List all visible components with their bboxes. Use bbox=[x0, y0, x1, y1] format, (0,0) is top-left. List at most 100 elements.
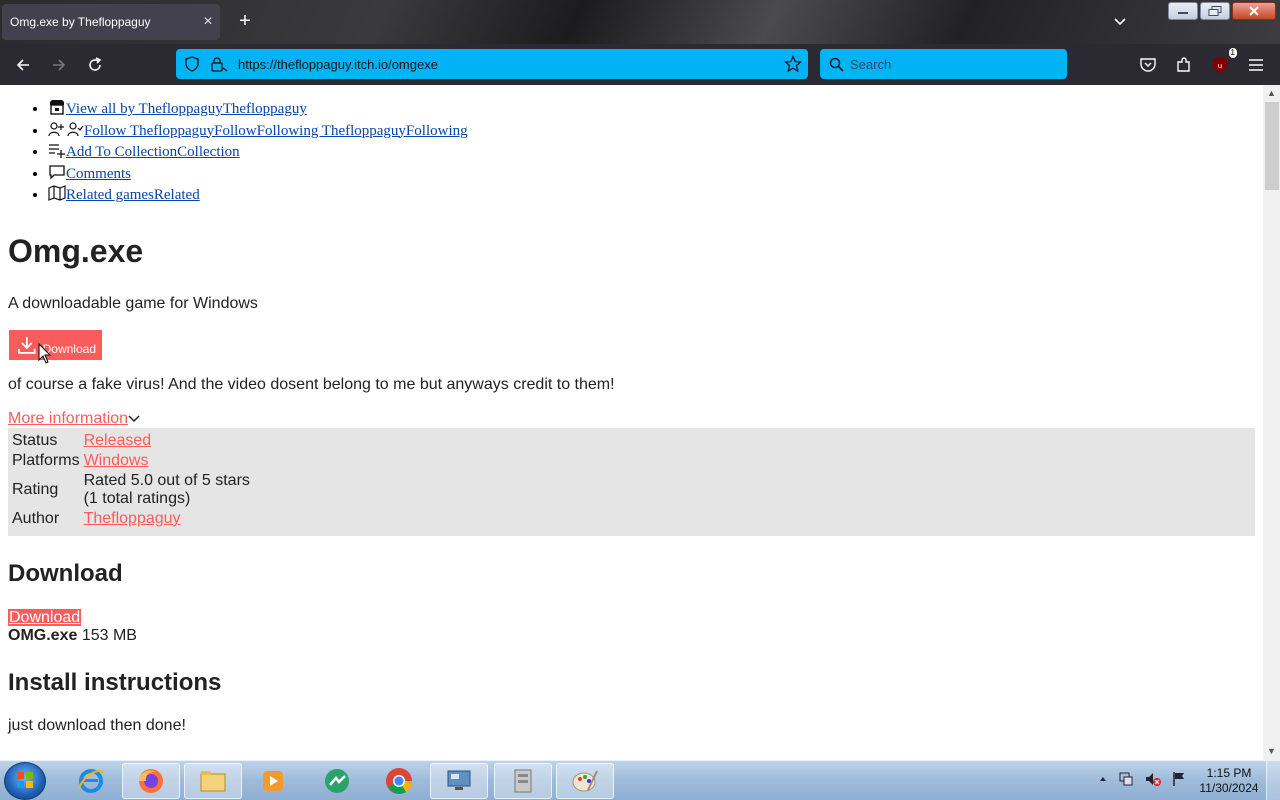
taskbar-file-explorer[interactable] bbox=[184, 763, 242, 799]
scroll-down-arrow-icon[interactable]: ▼ bbox=[1263, 743, 1280, 760]
tab-close-icon[interactable]: × bbox=[196, 13, 220, 31]
start-button[interactable] bbox=[4, 762, 46, 800]
tab-strip: Omg.exe by Thefloppaguy × + bbox=[0, 0, 1280, 44]
related-games-link[interactable]: Related gamesRelated bbox=[66, 187, 200, 203]
taskbar-archive[interactable] bbox=[494, 763, 552, 799]
rating-count: (1 total ratings) bbox=[83, 490, 191, 507]
download-heading: Download bbox=[8, 560, 123, 587]
taskbar-paint[interactable] bbox=[556, 763, 614, 799]
list-tabs-button[interactable] bbox=[1110, 12, 1130, 32]
forward-arrow-icon bbox=[53, 59, 66, 71]
itchio-icon bbox=[50, 100, 64, 115]
bookmark-star-icon[interactable] bbox=[784, 55, 802, 73]
windows-logo-icon bbox=[17, 772, 33, 788]
action-center-flag-icon[interactable] bbox=[1172, 771, 1186, 787]
table-row: Rating Rated 5.0 out of 5 stars (1 total … bbox=[11, 472, 251, 508]
view-all-link[interactable]: View all by ThefloppaguyThefloppaguy bbox=[66, 101, 307, 117]
install-heading: Install instructions bbox=[8, 669, 222, 696]
show-desktop-button[interactable] bbox=[1266, 761, 1280, 800]
show-hidden-icons-icon[interactable] bbox=[1098, 774, 1108, 784]
rating-text: Rated 5.0 out of 5 stars bbox=[83, 472, 250, 489]
page-content: View all by ThefloppaguyThefloppaguy Fol… bbox=[0, 85, 1263, 760]
hamburger-menu-icon bbox=[1249, 59, 1263, 71]
url-text[interactable]: https://thefloppaguy.itch.io/omgexe bbox=[238, 57, 438, 72]
minimize-icon bbox=[1178, 12, 1188, 14]
taskbar: 1:15 PM 11/30/2024 bbox=[0, 760, 1280, 800]
list-item: Related gamesRelated bbox=[48, 185, 468, 207]
taskbar-firefox[interactable] bbox=[122, 763, 180, 799]
add-to-collection-link[interactable]: Add To CollectionCollection bbox=[66, 144, 240, 160]
minimize-button[interactable] bbox=[1168, 2, 1198, 20]
menu-button[interactable] bbox=[1243, 52, 1269, 78]
messenger-icon bbox=[325, 769, 349, 793]
nav-toolbar: https://thefloppaguy.itch.io/omgexe Sear… bbox=[0, 44, 1280, 85]
chrome-icon bbox=[386, 768, 413, 794]
restore-button[interactable] bbox=[1200, 2, 1230, 20]
url-bar[interactable]: https://thefloppaguy.itch.io/omgexe bbox=[176, 49, 808, 79]
list-item: Comments bbox=[48, 164, 468, 186]
download-button[interactable]: Download bbox=[9, 330, 102, 360]
platforms-link[interactable]: Windows bbox=[84, 452, 149, 469]
map-icon bbox=[48, 185, 66, 201]
more-information-toggle[interactable]: More information bbox=[8, 410, 140, 428]
taskbar-chrome[interactable] bbox=[370, 763, 428, 799]
scroll-thumb[interactable] bbox=[1265, 102, 1279, 190]
remote-desktop-icon bbox=[447, 770, 471, 790]
system-clock[interactable]: 1:15 PM 11/30/2024 bbox=[1196, 766, 1262, 796]
follow-link[interactable]: Follow ThefloppaguyFollowFollowing Thefl… bbox=[84, 123, 468, 139]
volume-muted-icon[interactable] bbox=[1144, 771, 1162, 787]
reload-button[interactable] bbox=[82, 52, 108, 78]
more-information-label: More information bbox=[8, 410, 129, 427]
table-row: Status Released bbox=[11, 432, 251, 450]
file-download-link[interactable]: Download bbox=[8, 609, 82, 626]
status-link[interactable]: Released bbox=[84, 432, 152, 449]
media-player-icon bbox=[263, 771, 283, 791]
search-placeholder: Search bbox=[850, 57, 892, 72]
platforms-label: Platforms bbox=[12, 452, 80, 469]
author-label: Author bbox=[12, 510, 60, 527]
back-button[interactable] bbox=[10, 52, 36, 78]
taskbar-messenger[interactable] bbox=[308, 763, 366, 799]
window-controls bbox=[1168, 2, 1276, 20]
clock-date: 11/30/2024 bbox=[1199, 781, 1259, 795]
search-bar[interactable]: Search bbox=[820, 49, 1067, 79]
author-link[interactable]: Thefloppaguy bbox=[84, 510, 181, 527]
forward-button[interactable] bbox=[46, 52, 72, 78]
svg-text:u: u bbox=[1218, 62, 1222, 70]
scroll-up-arrow-icon[interactable]: ▲ bbox=[1263, 85, 1280, 102]
table-row: Author Thefloppaguy bbox=[11, 510, 251, 528]
follow-user-icon bbox=[48, 121, 84, 136]
ublock-origin-icon: u bbox=[1213, 57, 1227, 73]
list-item: View all by ThefloppaguyThefloppaguy bbox=[48, 99, 468, 121]
network-icon[interactable] bbox=[1118, 771, 1134, 787]
archive-icon bbox=[514, 769, 532, 793]
pocket-button[interactable] bbox=[1135, 52, 1161, 78]
user-tools: View all by ThefloppaguyThefloppaguy Fol… bbox=[48, 99, 468, 207]
install-instructions: just download then done! bbox=[8, 717, 186, 734]
status-label: Status bbox=[12, 432, 58, 449]
tab-active[interactable]: Omg.exe by Thefloppaguy × bbox=[2, 4, 220, 40]
paint-icon bbox=[572, 770, 598, 792]
taskbar-media-player[interactable] bbox=[244, 763, 302, 799]
puzzle-icon bbox=[1177, 57, 1190, 72]
comments-link[interactable]: Comments bbox=[66, 166, 131, 182]
rating-label: Rating bbox=[12, 481, 59, 498]
add-collection-icon bbox=[49, 144, 65, 158]
taskbar-remote-desktop[interactable] bbox=[430, 763, 488, 799]
pocket-icon bbox=[1140, 58, 1156, 72]
tab-title: Omg.exe by Thefloppaguy bbox=[10, 15, 151, 29]
game-description: of course a fake virus! And the video do… bbox=[8, 376, 615, 393]
shield-icon[interactable] bbox=[184, 56, 200, 72]
close-window-button[interactable] bbox=[1232, 2, 1276, 20]
taskbar-internet-explorer[interactable] bbox=[62, 763, 120, 799]
file-name: OMG.exe bbox=[8, 627, 78, 644]
lock-icon[interactable] bbox=[210, 56, 228, 72]
rating-value: Rated 5.0 out of 5 stars (1 total ratings… bbox=[83, 472, 251, 508]
ublock-button[interactable]: u 1 bbox=[1207, 48, 1237, 78]
close-icon bbox=[1249, 6, 1259, 16]
file-explorer-icon bbox=[200, 771, 226, 792]
extension-badge: 1 bbox=[1228, 48, 1237, 58]
extensions-button[interactable] bbox=[1171, 52, 1197, 78]
new-tab-button[interactable]: + bbox=[234, 10, 256, 32]
search-icon bbox=[829, 57, 844, 72]
